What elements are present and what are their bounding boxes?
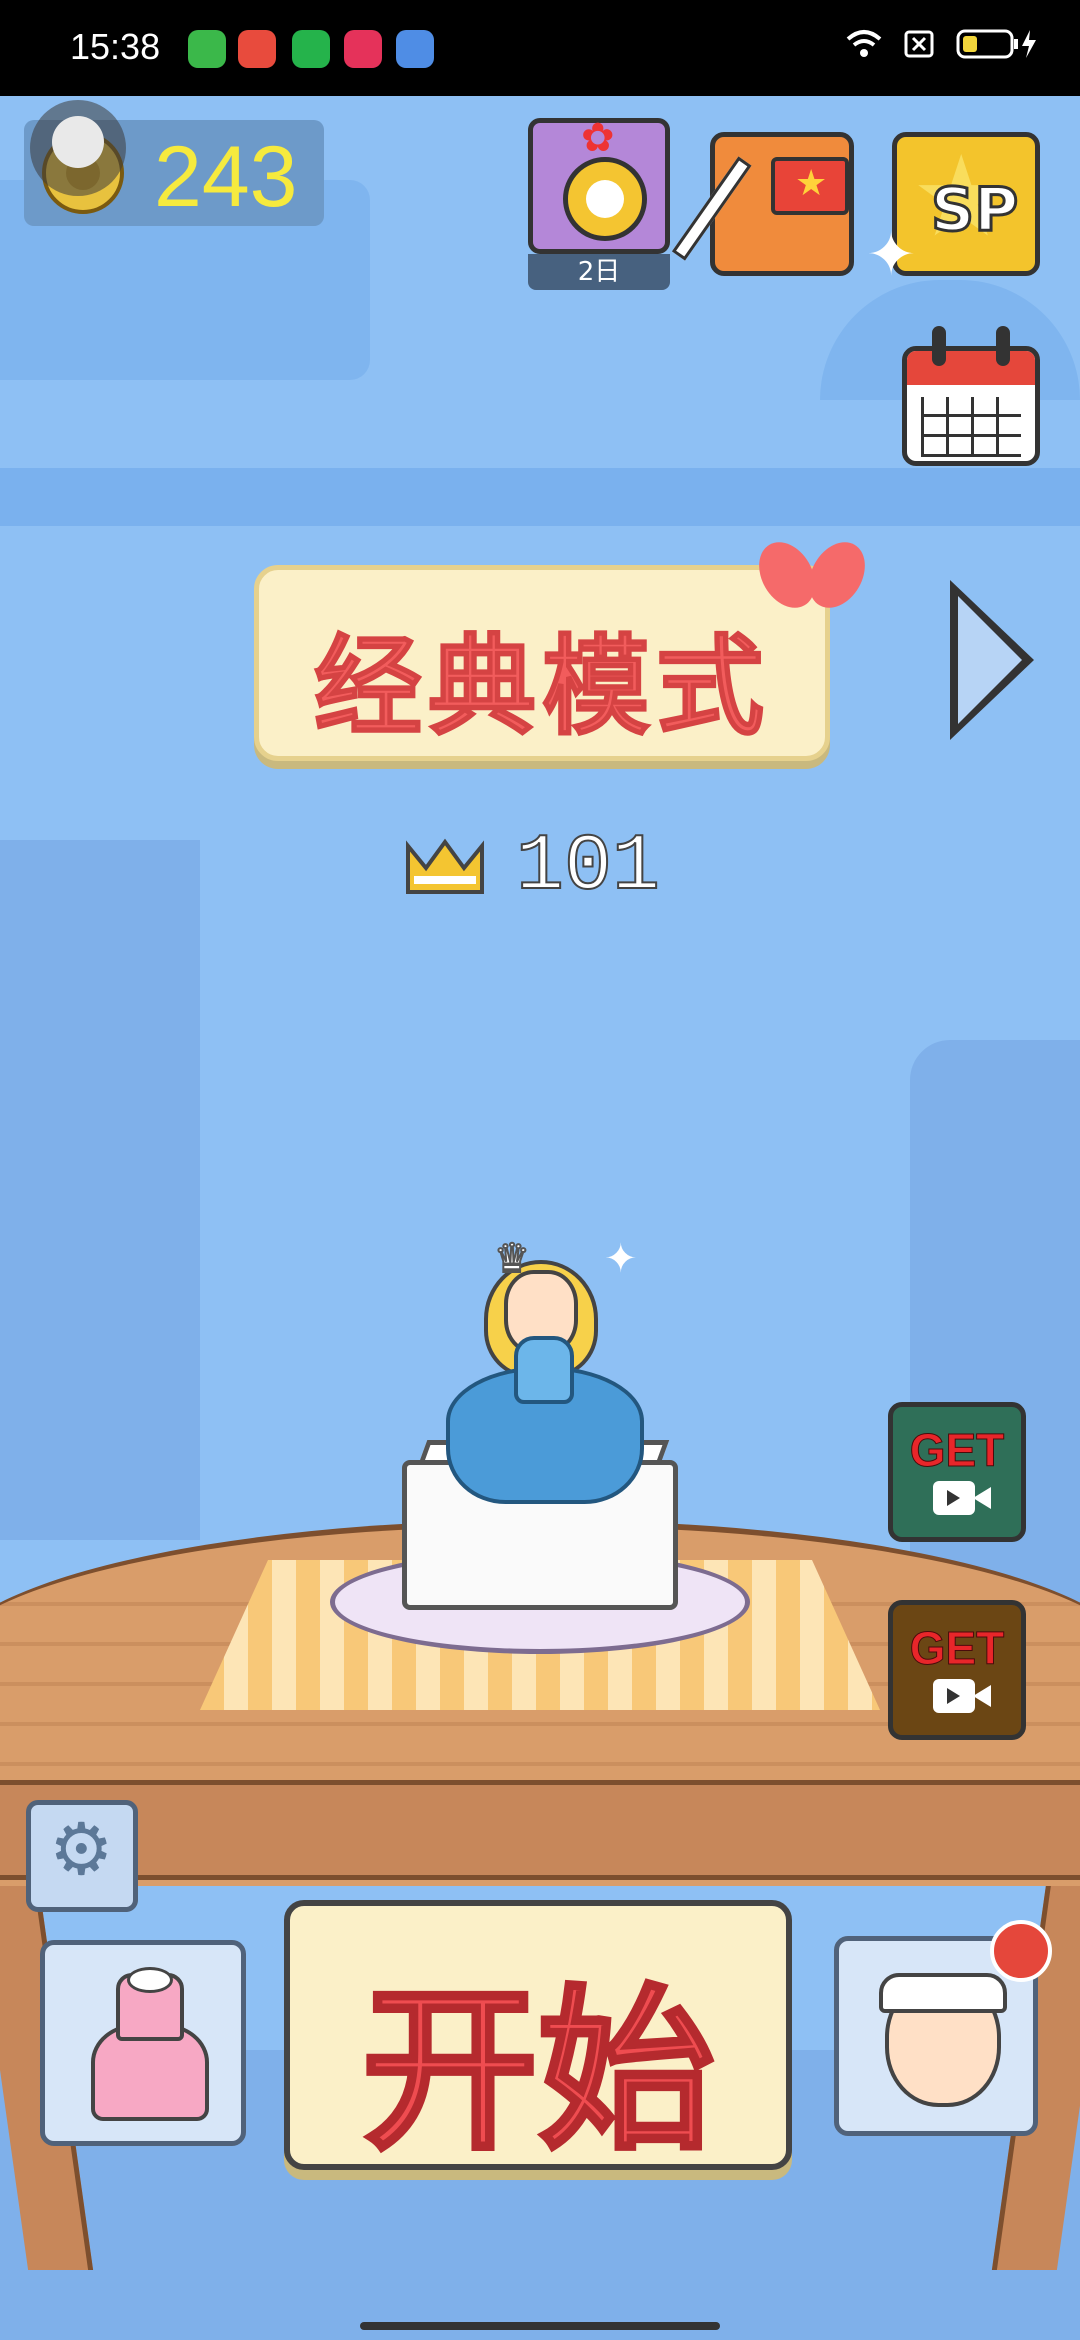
game-mode-banner[interactable]: 经典模式 bbox=[254, 565, 830, 761]
get-reward-video-button-2[interactable]: GET bbox=[888, 1600, 1026, 1740]
gift-countdown-label: 2日 bbox=[528, 254, 670, 290]
princess-crown-icon: ♛ bbox=[493, 1235, 531, 1283]
background-cabinet bbox=[910, 1040, 1080, 1640]
flag-button[interactable]: ★ bbox=[671, 132, 854, 276]
coin-count: 243 bbox=[154, 129, 298, 225]
sparkle-icon: ✦ bbox=[604, 1236, 638, 1282]
game-mode-title: 经典模式 bbox=[313, 624, 770, 751]
video-camera-icon bbox=[933, 1481, 991, 1515]
next-mode-arrow[interactable] bbox=[950, 580, 1034, 740]
background-shelf bbox=[0, 468, 1080, 526]
dress-icon bbox=[91, 1967, 209, 2121]
red-music-icon bbox=[344, 30, 382, 68]
flag-pole-icon bbox=[671, 156, 752, 261]
get-reward-video-button[interactable]: GET bbox=[888, 1402, 1026, 1542]
crown-icon bbox=[406, 838, 484, 894]
calendar-icon bbox=[902, 346, 1040, 466]
gift-box-icon: ✿ bbox=[528, 115, 670, 254]
calendar-ring-icon bbox=[932, 326, 946, 366]
timed-gift-button[interactable]: ✿ 2日 bbox=[528, 115, 670, 290]
start-button[interactable]: 开始 bbox=[284, 1900, 792, 2176]
red-play-icon bbox=[238, 30, 276, 68]
status-bar: 15:38 bbox=[0, 0, 1080, 96]
green-app-icon bbox=[188, 30, 226, 68]
best-score: 101 bbox=[515, 821, 661, 914]
game-screen: 15:38 243 ✿ 2日 ★ ★ SP ✦ 经典模式 101 ♛ ✦ GET… bbox=[0, 0, 1080, 2340]
get-label: GET bbox=[909, 1424, 1005, 1477]
bow-icon: ✿ bbox=[581, 115, 615, 161]
wifi-icon bbox=[846, 30, 882, 57]
sim-off-icon bbox=[904, 30, 934, 58]
blue-app-icon bbox=[396, 30, 434, 68]
start-label: 开始 bbox=[360, 1967, 716, 2176]
calendar-ring-icon bbox=[996, 326, 1010, 366]
get-label: GET bbox=[909, 1622, 1005, 1675]
green-ring-icon bbox=[292, 30, 330, 68]
status-time: 15:38 bbox=[70, 26, 161, 67]
battery-charging-icon bbox=[956, 29, 1036, 59]
settings-button[interactable]: ⚙ bbox=[26, 1800, 138, 1912]
clock-icon bbox=[563, 157, 647, 241]
notification-badge bbox=[990, 1920, 1052, 1982]
table-edge bbox=[0, 1780, 1080, 1880]
floating-assistant-button[interactable] bbox=[30, 100, 126, 196]
ribbon-bow-icon bbox=[747, 520, 877, 630]
calendar-button[interactable] bbox=[902, 326, 1040, 466]
background-curtain bbox=[0, 840, 200, 1540]
star-icon: ★ bbox=[795, 163, 828, 204]
video-camera-icon bbox=[933, 1679, 991, 1713]
gear-icon: ⚙ bbox=[49, 1807, 114, 1891]
sparkle-icon: ✦ bbox=[866, 220, 917, 290]
sp-label: SP bbox=[929, 174, 1019, 247]
chef-headband-icon bbox=[879, 1973, 1007, 2013]
princess-bodice bbox=[514, 1336, 574, 1404]
wardrobe-button[interactable] bbox=[40, 1940, 246, 2146]
home-indicator[interactable] bbox=[360, 2322, 720, 2330]
